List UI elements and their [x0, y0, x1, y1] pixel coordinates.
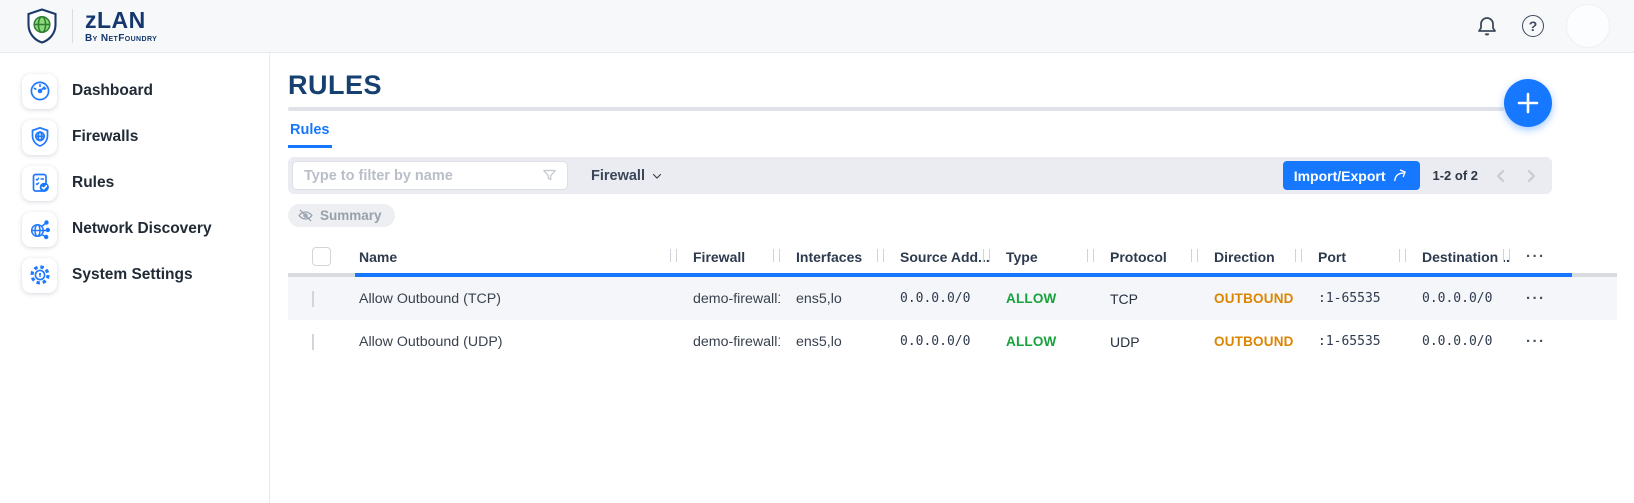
gear-icon — [22, 258, 57, 293]
sidebar-item-system-settings[interactable]: System Settings — [0, 252, 269, 298]
brand-byline: By NetFoundry — [85, 34, 157, 44]
rule-direction-badge: OUTBOUND — [1198, 291, 1302, 306]
scroll-thumb[interactable] — [355, 273, 1572, 277]
table-row[interactable]: Allow Outbound (TCP) demo-firewall1 ens5… — [288, 277, 1617, 320]
sidebar-item-dashboard[interactable]: Dashboard — [0, 68, 269, 114]
select-all-checkbox[interactable] — [312, 247, 331, 266]
rule-source: 0.0.0.0/0 — [884, 291, 990, 306]
rule-protocol: TCP — [1094, 291, 1198, 307]
import-export-button[interactable]: Import/Export — [1283, 161, 1421, 190]
firewall-dropdown[interactable]: Firewall — [591, 168, 663, 184]
chevron-left-icon — [1491, 166, 1511, 186]
column-settings-icon[interactable]: ··· — [1526, 249, 1546, 264]
rule-interfaces: ens5,lo — [780, 334, 884, 350]
table-toolbar: Firewall Import/Export 1-2 of 2 — [288, 157, 1552, 194]
column-header-type[interactable]: Type — [990, 240, 1094, 273]
next-page-button[interactable] — [1516, 161, 1546, 191]
rule-port: :1-65535 — [1302, 334, 1406, 349]
row-actions-menu-icon[interactable]: ··· — [1526, 334, 1546, 350]
add-rule-button[interactable] — [1504, 79, 1552, 127]
export-arrow-icon — [1392, 167, 1409, 184]
scroll-track-left — [288, 273, 355, 277]
shield-globe-logo-icon — [24, 7, 60, 45]
shield-globe-icon — [22, 120, 57, 155]
import-export-label: Import/Export — [1294, 168, 1386, 184]
network-globe-icon — [22, 212, 57, 247]
scroll-track-right — [1572, 273, 1617, 277]
bell-icon — [1475, 14, 1499, 38]
column-header-destination[interactable]: Destination ... — [1406, 240, 1510, 273]
brand-name: zLAN — [85, 9, 157, 32]
tab-rules[interactable]: Rules — [288, 120, 332, 148]
column-header-protocol[interactable]: Protocol — [1094, 240, 1198, 273]
summary-toggle-chip[interactable]: Summary — [288, 204, 395, 227]
rule-port: :1-65535 — [1302, 291, 1406, 306]
prev-page-button[interactable] — [1486, 161, 1516, 191]
row-actions-menu-icon[interactable]: ··· — [1526, 291, 1546, 307]
rules-table: Name Firewall Interfaces Source Add... T… — [288, 240, 1617, 363]
filter-by-name-input[interactable] — [293, 168, 541, 184]
row-checkbox[interactable] — [312, 291, 314, 307]
column-header-name[interactable]: Name — [343, 240, 677, 273]
title-divider — [288, 107, 1504, 111]
top-bar: zLAN By NetFoundry ? — [0, 0, 1634, 53]
rule-interfaces: ens5,lo — [780, 291, 884, 307]
funnel-filter-icon — [541, 167, 558, 184]
table-header-row: Name Firewall Interfaces Source Add... T… — [288, 240, 1617, 273]
brand-divider — [72, 9, 73, 43]
pagination-count: 1-2 of 2 — [1432, 168, 1478, 183]
sidebar-item-label: Dashboard — [72, 82, 153, 100]
help-button[interactable]: ? — [1520, 13, 1546, 39]
rule-protocol: UDP — [1094, 334, 1198, 350]
brand-logo[interactable]: zLAN By NetFoundry — [24, 7, 157, 45]
rule-firewall: demo-firewall1 — [677, 291, 780, 307]
notifications-button[interactable] — [1474, 13, 1500, 39]
row-checkbox[interactable] — [312, 334, 314, 350]
sidebar-item-firewalls[interactable]: Firewalls — [0, 114, 269, 160]
sidebar-item-label: Network Discovery — [72, 220, 212, 238]
rule-direction-badge: OUTBOUND — [1198, 334, 1302, 349]
column-header-interfaces[interactable]: Interfaces — [780, 240, 884, 273]
page-title: RULES — [288, 70, 1634, 100]
horizontal-scroll-indicator[interactable] — [288, 273, 1617, 277]
column-header-port[interactable]: Port — [1302, 240, 1406, 273]
rule-destination: 0.0.0.0/0 — [1406, 334, 1510, 349]
gauge-icon — [22, 74, 57, 109]
column-header-source[interactable]: Source Add... — [884, 240, 990, 273]
plus-icon — [1515, 90, 1541, 116]
rule-name: Allow Outbound (UDP) — [343, 334, 677, 350]
rule-type-badge: ALLOW — [990, 334, 1094, 349]
table-row[interactable]: Allow Outbound (UDP) demo-firewall1 ens5… — [288, 320, 1617, 363]
sidebar-item-rules[interactable]: Rules — [0, 160, 269, 206]
summary-chip-label: Summary — [320, 208, 382, 223]
rule-destination: 0.0.0.0/0 — [1406, 291, 1510, 306]
sidebar-item-network-discovery[interactable]: Network Discovery — [0, 206, 269, 252]
sidebar-item-label: Firewalls — [72, 128, 138, 146]
firewall-dropdown-label: Firewall — [591, 168, 645, 184]
avatar[interactable] — [1566, 4, 1610, 48]
column-header-direction[interactable]: Direction — [1198, 240, 1302, 273]
question-mark-icon: ? — [1522, 15, 1544, 37]
rule-name: Allow Outbound (TCP) — [343, 291, 677, 307]
sidebar-item-label: System Settings — [72, 266, 193, 284]
filter-input-wrapper — [292, 161, 568, 190]
sidebar: Dashboard Firewalls Rules — [0, 53, 270, 503]
rules-checklist-icon — [22, 166, 57, 201]
sidebar-item-label: Rules — [72, 174, 114, 192]
rule-type-badge: ALLOW — [990, 291, 1094, 306]
column-header-firewall[interactable]: Firewall — [677, 240, 780, 273]
chevron-down-icon — [651, 170, 663, 182]
main-content: RULES Rules Firewall Import — [271, 53, 1634, 503]
rule-firewall: demo-firewall1 — [677, 334, 780, 350]
rule-source: 0.0.0.0/0 — [884, 334, 990, 349]
eye-off-icon — [297, 207, 314, 224]
chevron-right-icon — [1521, 166, 1541, 186]
tab-bar: Rules — [288, 120, 1634, 148]
